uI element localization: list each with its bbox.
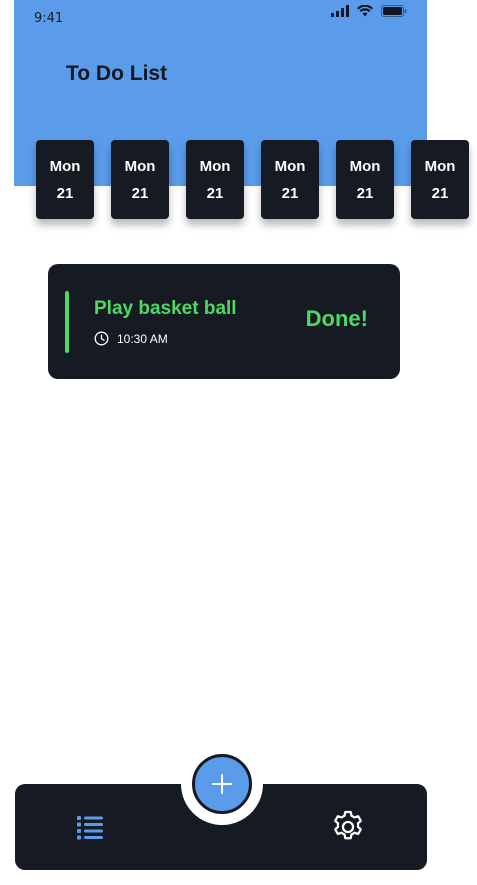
date-day: Mon [49, 157, 81, 175]
status-time: 9:41 [34, 11, 64, 26]
date-card[interactable]: Mon 21 [186, 140, 244, 219]
list-icon[interactable] [75, 812, 105, 842]
wifi-icon [357, 5, 373, 17]
date-day: Mon [349, 157, 381, 175]
status-icons [331, 5, 407, 17]
date-number: 21 [56, 184, 74, 202]
date-day: Mon [274, 157, 306, 175]
date-day: Mon [124, 157, 156, 175]
date-number: 21 [131, 184, 149, 202]
task-time: 10:30 AM [117, 331, 168, 346]
date-day: Mon [424, 157, 456, 175]
task-card[interactable]: Play basket ball 10:30 AM Done! [48, 264, 400, 379]
battery-icon [381, 5, 407, 17]
date-day: Mon [199, 157, 231, 175]
date-number: 21 [431, 184, 449, 202]
date-number: 21 [356, 184, 374, 202]
app-screen: 9:41 To Do List Mon 21 Mon 21 Mon 21 Mon… [0, 0, 477, 885]
add-task-button[interactable] [192, 754, 252, 814]
date-card[interactable]: Mon 21 [411, 140, 469, 219]
date-strip: Mon 21 Mon 21 Mon 21 Mon 21 Mon 21 Mon 2… [36, 140, 469, 219]
date-number: 21 [206, 184, 224, 202]
date-card[interactable]: Mon 21 [261, 140, 319, 219]
signal-icon [331, 5, 349, 17]
page-title: To Do List [66, 62, 168, 85]
task-time-row: 10:30 AM [94, 331, 168, 346]
task-status-label[interactable]: Done! [306, 306, 368, 332]
plus-icon [212, 774, 232, 794]
clock-icon [94, 331, 109, 346]
date-card[interactable]: Mon 21 [111, 140, 169, 219]
date-card[interactable]: Mon 21 [36, 140, 94, 219]
date-card[interactable]: Mon 21 [336, 140, 394, 219]
task-title: Play basket ball [94, 298, 237, 319]
date-number: 21 [281, 184, 299, 202]
task-accent-bar [65, 291, 69, 353]
gear-icon[interactable] [329, 808, 367, 846]
